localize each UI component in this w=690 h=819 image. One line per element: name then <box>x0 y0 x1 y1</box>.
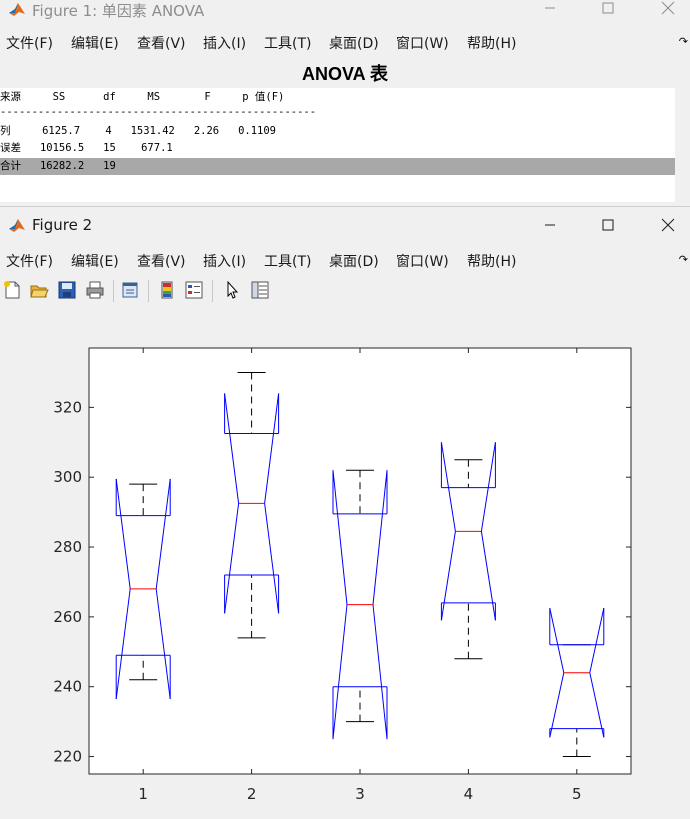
menu-tools[interactable]: 工具(T) <box>264 33 311 53</box>
x-tick-label: 2 <box>247 785 257 803</box>
menu-file[interactable]: 文件(F) <box>6 251 53 271</box>
table-scrollbar[interactable] <box>675 88 690 202</box>
maximize-icon <box>602 2 614 14</box>
x-tick-label: 5 <box>572 785 582 803</box>
minimize-icon <box>545 7 555 9</box>
y-tick-label: 260 <box>53 608 82 626</box>
minimize-icon <box>545 224 555 226</box>
y-tick-label: 280 <box>53 538 82 556</box>
y-tick-label: 220 <box>53 748 82 766</box>
table-row: 合计 16282.2 19 <box>0 160 116 172</box>
toolbar-separator <box>212 280 213 302</box>
close-button[interactable] <box>648 0 688 22</box>
menu-window[interactable]: 窗口(W) <box>396 251 449 271</box>
anova-table-heading: ANOVA 表 <box>301 64 388 84</box>
legend-icon[interactable] <box>183 279 205 301</box>
figure2-title: Figure 2 <box>32 216 93 234</box>
figure1-titlebar[interactable]: Figure 1: 单因素 ANOVA <box>0 0 690 20</box>
x-tick-label: 3 <box>355 785 365 803</box>
menu-insert[interactable]: 插入(I) <box>203 251 246 271</box>
table-row: 误差 10156.5 15 677.1 <box>0 142 173 154</box>
matlab-icon <box>9 219 25 232</box>
menu-file[interactable]: 文件(F) <box>6 33 53 53</box>
link-figure-icon[interactable] <box>119 279 141 301</box>
menu-view[interactable]: 查看(V) <box>137 33 186 53</box>
open-icon[interactable] <box>28 279 50 301</box>
close-icon <box>661 1 675 15</box>
pointer-icon[interactable] <box>221 279 243 301</box>
figure2-canvas: 220 240 260 280 300 320 1 2 3 4 5 <box>0 310 690 815</box>
print-icon[interactable] <box>84 279 106 301</box>
figure2-menubar: 文件(F) 编辑(E) 查看(V) 插入(I) 工具(T) 桌面(D) 窗口(W… <box>0 247 690 273</box>
figure2-toolbar <box>0 274 690 306</box>
figure2-titlebar[interactable]: Figure 2 <box>0 207 690 241</box>
y-tick-label: 320 <box>53 398 82 416</box>
plot-area <box>88 347 632 775</box>
close-button[interactable] <box>648 211 688 239</box>
menu-edit[interactable]: 编辑(E) <box>71 251 119 271</box>
menu-overflow-icon[interactable]: ↷ <box>679 253 688 266</box>
y-tick-label: 240 <box>53 678 82 696</box>
figure2-window: Figure 2 文件(F) 编辑(E) 查看(V) 插入(I) 工具(T) 桌… <box>0 206 690 815</box>
x-tick-label: 4 <box>464 785 474 803</box>
figure1-window: Figure 1: 单因素 ANOVA 文件(F) 编辑(E) 查看(V) 插入… <box>0 0 690 206</box>
x-tick-label: 1 <box>138 785 148 803</box>
menu-insert[interactable]: 插入(I) <box>203 33 246 53</box>
new-figure-icon[interactable] <box>1 279 23 301</box>
menu-view[interactable]: 查看(V) <box>137 251 186 271</box>
property-inspector-icon[interactable] <box>249 279 271 301</box>
table-row: 列 6125.7 4 1531.42 2.26 0.1109 <box>0 125 277 137</box>
menu-desktop[interactable]: 桌面(D) <box>329 251 379 271</box>
figure1-menubar: 文件(F) 编辑(E) 查看(V) 插入(I) 工具(T) 桌面(D) 窗口(W… <box>0 29 690 55</box>
menu-window[interactable]: 窗口(W) <box>396 33 449 53</box>
maximize-button[interactable] <box>588 0 628 22</box>
boxplot-chart[interactable]: 220 240 260 280 300 320 1 2 3 4 5 <box>0 310 690 815</box>
menu-help[interactable]: 帮助(H) <box>467 251 516 271</box>
save-icon[interactable] <box>56 279 78 301</box>
table-header: 来源 SS df MS F p 值(F) <box>0 91 285 103</box>
figure1-title: Figure 1: 单因素 ANOVA <box>32 2 205 20</box>
minimize-button[interactable] <box>530 0 570 22</box>
toolbar-separator <box>113 280 114 302</box>
menu-overflow-icon[interactable]: ↷ <box>679 35 688 48</box>
table-rule: ----------------------------------------… <box>0 106 317 118</box>
toolbar-separator <box>148 280 149 302</box>
maximize-icon <box>602 219 614 231</box>
menu-edit[interactable]: 编辑(E) <box>71 33 119 53</box>
menu-help[interactable]: 帮助(H) <box>467 33 516 53</box>
minimize-button[interactable] <box>530 211 570 239</box>
matlab-icon <box>9 3 25 16</box>
menu-tools[interactable]: 工具(T) <box>264 251 311 271</box>
colorbar-icon[interactable] <box>156 279 178 301</box>
y-tick-label: 300 <box>53 468 82 486</box>
anova-table: 来源 SS df MS F p 值(F) -------------------… <box>0 88 675 202</box>
menu-desktop[interactable]: 桌面(D) <box>329 33 379 53</box>
close-icon <box>661 218 675 232</box>
maximize-button[interactable] <box>588 211 628 239</box>
